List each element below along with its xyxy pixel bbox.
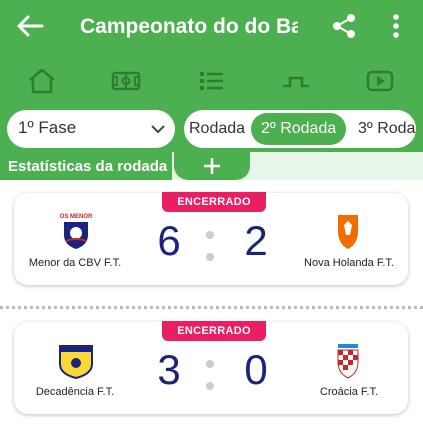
team-logo (338, 215, 358, 249)
home-score: 3 (157, 346, 181, 393)
score-separator (206, 360, 214, 396)
chevron-down-icon (151, 125, 165, 134)
score-separator (206, 231, 214, 267)
video-icon[interactable] (363, 66, 397, 96)
away-score: 2 (244, 217, 268, 264)
plus-icon (204, 158, 220, 174)
status-badge: ENCERRADO (162, 321, 266, 341)
stats-label: Estatísticas da rodada (8, 158, 168, 175)
team-logo (59, 345, 93, 380)
away-team-name: Croácia F.T. (319, 386, 379, 398)
app-bar: Campeonato do do Bai (0, 0, 423, 110)
home-icon[interactable] (25, 66, 59, 96)
stats-tab[interactable]: Estatísticas da rodada (0, 152, 172, 180)
home-team-name: Decadência F.T. (35, 386, 115, 398)
bracket-icon[interactable] (279, 66, 313, 96)
more-vert-icon[interactable] (384, 12, 408, 40)
team-logo (337, 344, 359, 379)
away-team-name: Nova Holanda F.T. (304, 257, 394, 269)
round-tab-1[interactable]: Rodada (189, 110, 245, 148)
home-team-name: Menor da CBV F.T. (28, 257, 122, 269)
list-icon[interactable] (194, 66, 228, 96)
divider (0, 306, 423, 309)
status-badge: ENCERRADO (162, 192, 266, 212)
away-score: 0 (244, 346, 268, 393)
phase-value: 1º Fase (18, 118, 77, 137)
round-selector[interactable]: Rodada 2º Rodada 3º Roda (184, 110, 416, 148)
page-title: Campeonato do do Bai (80, 15, 298, 38)
round-tab-2[interactable]: 2º Rodada (251, 113, 347, 145)
logo-text: OS MENOR (60, 214, 93, 220)
team-logo: OS MENOR (60, 214, 93, 249)
share-icon[interactable] (330, 12, 358, 40)
field-icon[interactable] (109, 66, 143, 96)
back-arrow-icon[interactable] (14, 12, 46, 40)
match-card[interactable]: ENCERRADO Decadência F.T. 3 0 Croácia F.… (14, 321, 408, 414)
home-score: 6 (157, 217, 181, 264)
add-stats-button[interactable] (174, 152, 250, 180)
round-tab-3[interactable]: 3º Roda (358, 110, 415, 148)
phase-dropdown[interactable]: 1º Fase (7, 110, 175, 148)
match-card[interactable]: ENCERRADO OS MENOR Menor da CBV F.T. 6 2… (14, 192, 408, 285)
